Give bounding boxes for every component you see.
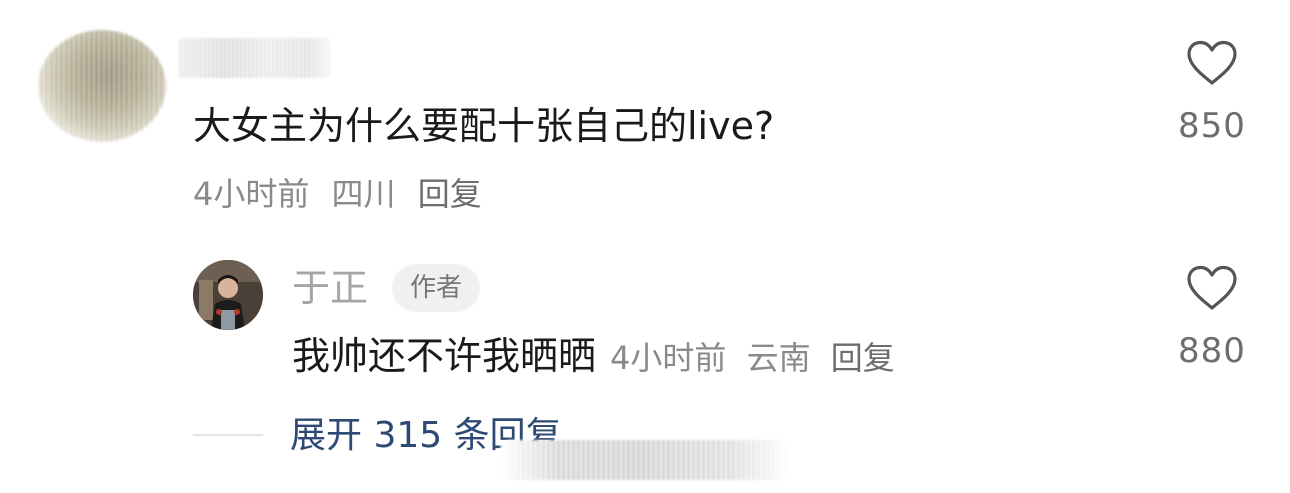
reply-text: 我帅还不许我晒晒 — [292, 334, 597, 378]
heart-outline-icon[interactable] — [1186, 265, 1238, 311]
comment-location: 四川 — [331, 175, 396, 213]
watermark-redacted — [500, 440, 790, 480]
reply-location: 云南 — [746, 339, 811, 377]
avatar-photo — [193, 260, 263, 330]
reply-author-avatar[interactable] — [193, 260, 263, 330]
reply-time: 4小时前 — [610, 339, 727, 377]
reply-body: 我帅还不许我晒晒 4小时前 云南 回复 — [292, 330, 905, 382]
comment-text: 大女主为什么要配十张自己的live? — [193, 104, 775, 148]
reply-author-name[interactable]: 于正 — [292, 264, 368, 312]
reply-header: 于正 作者 — [292, 264, 481, 312]
reply-meta: 4小时前 云南 回复 — [610, 333, 905, 379]
heart-outline-icon[interactable] — [1186, 40, 1238, 86]
comment-like[interactable]: 850 — [1172, 40, 1252, 146]
commenter-username-redacted[interactable] — [178, 38, 330, 78]
comment-meta: 4小时前 四川 回复 — [193, 174, 494, 214]
commenter-avatar[interactable] — [38, 30, 166, 142]
comment-time: 4小时前 — [193, 175, 310, 213]
reply-reply-button[interactable]: 回复 — [831, 339, 895, 377]
comment-like-count: 850 — [1178, 106, 1246, 146]
expand-divider — [193, 434, 263, 436]
reply-like[interactable]: 880 — [1172, 265, 1252, 371]
reply-like-count: 880 — [1178, 331, 1246, 371]
author-badge: 作者 — [392, 264, 481, 312]
comment-reply-button[interactable]: 回复 — [418, 175, 482, 213]
